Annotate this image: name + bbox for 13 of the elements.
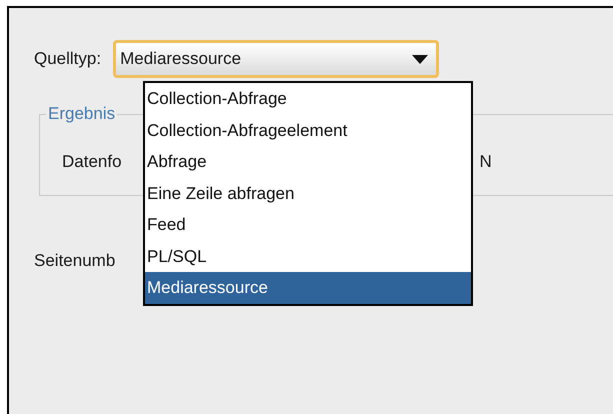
caret-icon (412, 54, 428, 64)
dropdown-option[interactable]: Collection-Abfrage (145, 83, 471, 114)
dropdown-option[interactable]: Eine Zeile abfragen (145, 178, 471, 209)
source-type-dropdown[interactable]: Mediaressource (113, 40, 440, 78)
paging-label: Seitenumb (34, 251, 116, 270)
dropdown-option[interactable]: Collection-Abfrageelement (145, 114, 471, 146)
dropdown-option[interactable]: PL/SQL (145, 240, 471, 272)
data-format-value: N (480, 151, 492, 173)
data-format-label: Datenfo (62, 151, 122, 173)
dropdown-option[interactable]: Abfrage (145, 146, 471, 178)
dropdown-option[interactable]: Mediaressource (145, 272, 471, 304)
dropdown-option[interactable]: Feed (145, 209, 471, 240)
source-type-label: Quelltyp: (34, 48, 102, 70)
